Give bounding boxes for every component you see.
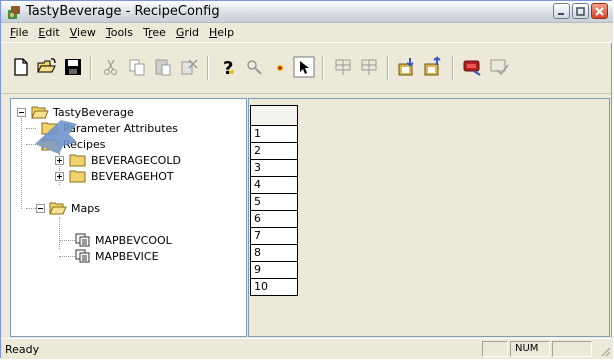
tree-item-label: BEVERAGEHOT — [91, 169, 174, 183]
check-icon[interactable] — [487, 55, 511, 79]
title-bar[interactable]: TastyBeverage - RecipeConfig — [1, 1, 613, 23]
maximize-button[interactable] — [572, 3, 589, 19]
folder-icon — [69, 170, 86, 183]
toolbar-separator — [387, 56, 389, 80]
tree-connector — [21, 111, 23, 209]
delete-icon[interactable] — [177, 55, 201, 79]
minimize-button[interactable] — [553, 3, 570, 19]
tree-item-mapbevice[interactable]: MAPBEVICE — [75, 248, 159, 264]
map-icon — [75, 249, 90, 263]
point-icon[interactable] — [268, 55, 292, 79]
grid-view[interactable]: 1 2 3 4 5 6 7 8 9 10 — [248, 98, 610, 337]
close-icon — [595, 7, 604, 16]
status-bar: Ready NUM — [1, 338, 613, 359]
open-folder-icon — [31, 106, 49, 119]
menu-edit[interactable]: Edit — [33, 26, 64, 39]
tree-item-mapbevcool[interactable]: MAPBEVCOOL — [75, 232, 172, 248]
context-help-icon[interactable] — [292, 55, 316, 79]
num-lock-indicator: NUM — [510, 341, 550, 357]
tree-connector — [59, 256, 75, 258]
window-title: TastyBeverage - RecipeConfig — [26, 4, 220, 19]
grid-row-icon[interactable] — [331, 55, 355, 79]
tree-item-maps[interactable]: Maps — [49, 200, 100, 216]
toolbar: ? — [1, 42, 613, 94]
expand-toggle[interactable] — [55, 156, 64, 165]
status-pane — [482, 341, 508, 357]
export-icon[interactable] — [422, 55, 446, 79]
row-header[interactable]: 4 — [250, 177, 298, 194]
expand-toggle[interactable] — [55, 172, 64, 181]
help-icon[interactable]: ? — [216, 55, 240, 79]
toolbar-separator — [90, 56, 92, 80]
grid-col-icon[interactable] — [357, 55, 381, 79]
tree-item-label: Maps — [71, 201, 100, 215]
svg-text:?: ? — [223, 58, 233, 79]
download-icon[interactable] — [461, 55, 485, 79]
menu-tools[interactable]: Tools — [101, 26, 138, 39]
menu-help[interactable]: Help — [204, 26, 239, 39]
tree-connector — [59, 240, 75, 242]
tree-item-beveragecold[interactable]: BEVERAGECOLD — [69, 152, 181, 168]
tree-item-label: TastyBeverage — [53, 105, 134, 119]
app-icon — [8, 6, 20, 19]
tree-connector — [26, 208, 36, 210]
row-header[interactable]: 10 — [250, 279, 298, 296]
row-header[interactable]: 6 — [250, 211, 298, 228]
row-header[interactable]: 1 — [250, 126, 298, 143]
toolbar-separator — [322, 56, 324, 80]
tree-item-label: BEVERAGECOLD — [91, 153, 181, 167]
find-icon[interactable] — [242, 55, 266, 79]
open-folder-icon — [49, 202, 67, 215]
row-header[interactable]: 2 — [250, 143, 298, 160]
row-header[interactable]: 7 — [250, 228, 298, 245]
row-header[interactable]: 9 — [250, 262, 298, 279]
menu-bar: File Edit View Tools Tree Grid Help — [1, 23, 613, 42]
collapse-toggle[interactable] — [17, 108, 26, 117]
paste-icon[interactable] — [151, 55, 175, 79]
menu-grid[interactable]: Grid — [171, 26, 204, 39]
tree-connector — [59, 217, 61, 249]
open-icon[interactable] — [35, 55, 59, 79]
arrow-pointer-icon — [35, 120, 77, 154]
row-header[interactable]: 5 — [250, 194, 298, 211]
tree-item-label: MAPBEVICE — [95, 249, 159, 263]
menu-view[interactable]: View — [65, 26, 101, 39]
save-icon[interactable] — [61, 55, 85, 79]
app-window: TastyBeverage - RecipeConfig File Edit V… — [0, 0, 613, 359]
minimize-icon — [558, 13, 564, 15]
row-header[interactable]: 3 — [250, 160, 298, 177]
row-header-column: 1 2 3 4 5 6 7 8 9 10 — [250, 105, 298, 296]
resize-grip-icon[interactable] — [599, 345, 611, 357]
grid-corner-cell[interactable] — [250, 105, 298, 126]
toolbar-separator — [207, 56, 209, 80]
close-button[interactable] — [591, 3, 608, 19]
menu-tree[interactable]: Tree — [138, 26, 171, 39]
status-pane — [552, 341, 592, 357]
maximize-icon — [576, 7, 585, 16]
toolbar-separator — [452, 56, 454, 80]
map-icon — [75, 233, 90, 247]
menu-file[interactable]: File — [5, 26, 33, 39]
new-icon[interactable] — [9, 55, 33, 79]
import-icon[interactable] — [396, 55, 420, 79]
cut-icon[interactable] — [99, 55, 123, 79]
copy-icon[interactable] — [125, 55, 149, 79]
collapse-toggle[interactable] — [36, 204, 45, 213]
tree-item-label: MAPBEVCOOL — [95, 233, 172, 247]
tree-item-beveragehot[interactable]: BEVERAGEHOT — [69, 168, 174, 184]
tree-view[interactable]: TastyBeverage Parameter Attributes Recip… — [10, 98, 247, 337]
status-text: Ready — [5, 343, 40, 356]
row-header[interactable]: 8 — [250, 245, 298, 262]
